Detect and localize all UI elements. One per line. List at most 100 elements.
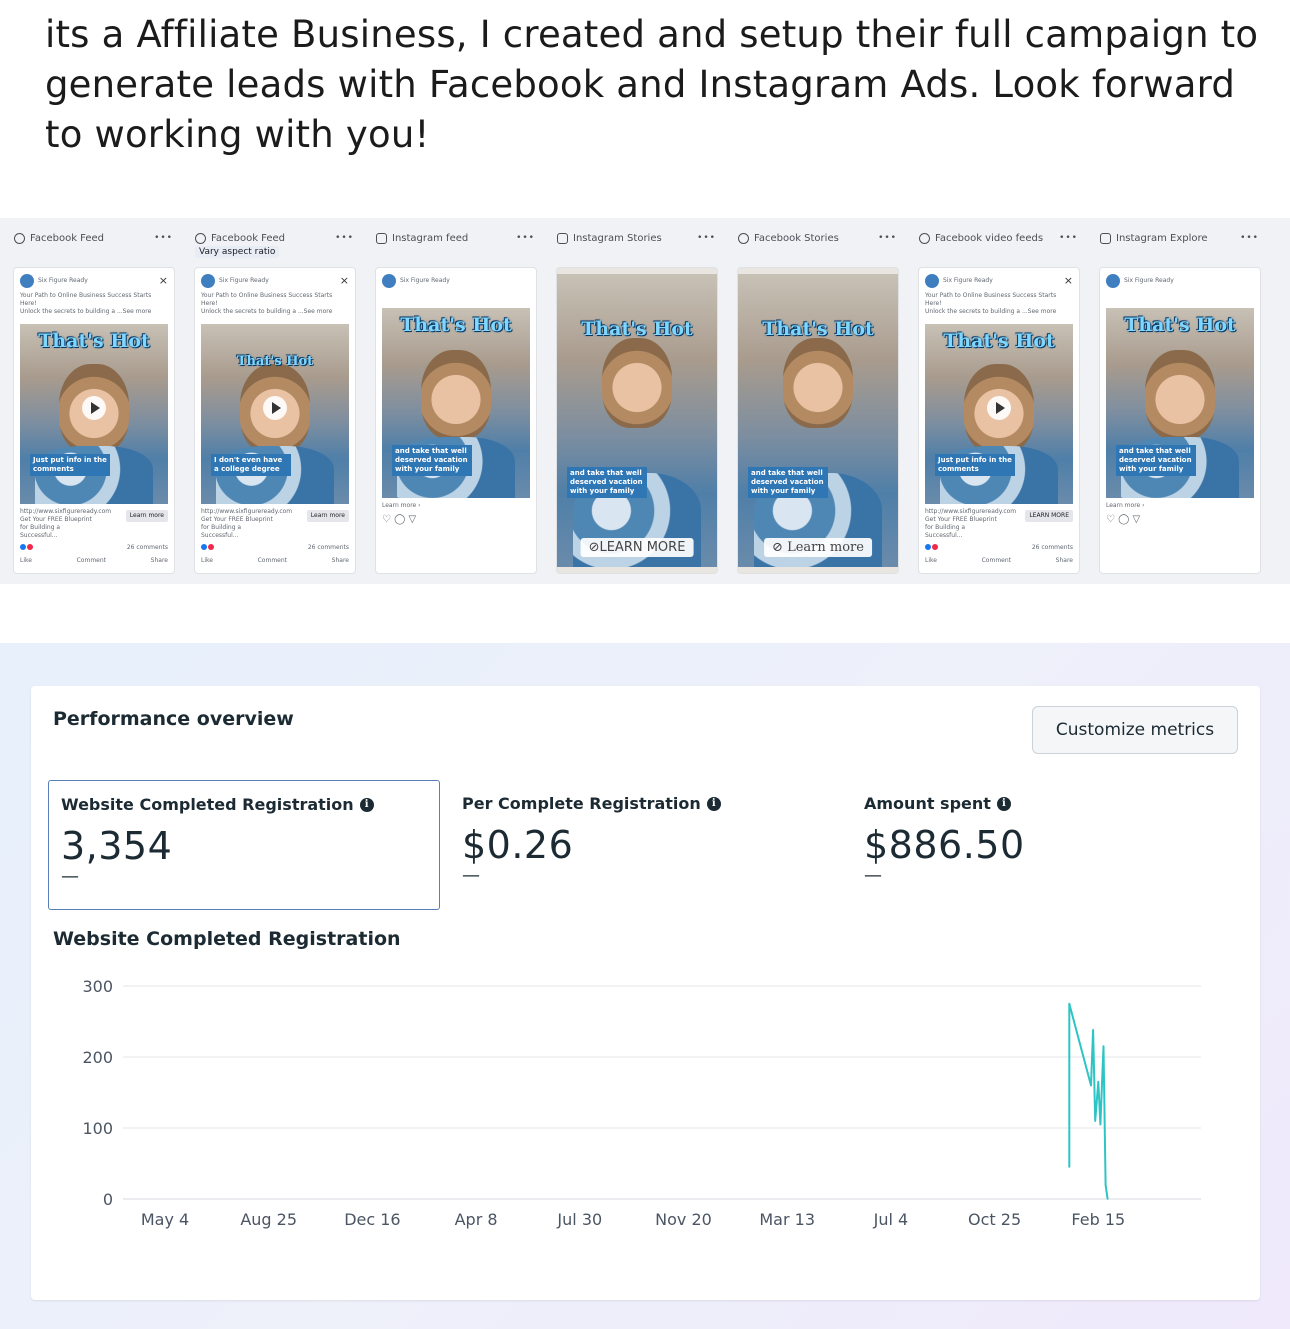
- comment-count: 26 comments: [1031, 544, 1073, 551]
- ad-preview-card: Six Figure Ready × Your Path to Online Bus…: [195, 268, 355, 573]
- ad-video-thumbnail[interactable]: That's Hot Just put info in the comments: [925, 324, 1073, 504]
- x-tick-label: Jul 4: [873, 1210, 909, 1229]
- learn-more-button[interactable]: ⊘ Learn more: [764, 538, 872, 557]
- metric-card-amount-spent[interactable]: Amount spent i $886.50 —: [852, 780, 1244, 910]
- instagram-icon: [376, 232, 387, 244]
- x-tick-label: Oct 25: [968, 1210, 1021, 1229]
- share-button[interactable]: Share: [151, 557, 168, 565]
- ad-video-thumbnail[interactable]: That's Hot Just put info in the comments: [20, 324, 168, 504]
- ad-video-thumbnail[interactable]: That's Hot and take that well deserved va…: [738, 274, 898, 567]
- more-options-icon[interactable]: •••: [1240, 233, 1259, 243]
- ad-primary-text: Your Path to Online Business Success Sta…: [925, 292, 1057, 307]
- learn-more-link[interactable]: Learn more ›: [1106, 502, 1254, 510]
- ad-video-thumbnail[interactable]: That's Hot and take that well deserved va…: [382, 308, 530, 498]
- page-name: Six Figure Ready: [219, 277, 269, 284]
- ad-preview-card: That's Hot and take that well deserved va…: [738, 268, 898, 573]
- learn-more-button[interactable]: Learn more: [306, 510, 349, 522]
- learn-more-button[interactable]: ⊘LEARN MORE: [580, 538, 694, 557]
- placement-header: Instagram feed •••: [376, 230, 535, 246]
- play-icon[interactable]: [987, 396, 1011, 420]
- metric-card-registrations[interactable]: Website Completed Registration i 3,354 —: [48, 780, 440, 910]
- learn-more-button[interactable]: LEARN MORE: [1025, 510, 1073, 522]
- series-line[interactable]: [1068, 1002, 1109, 1200]
- instagram-actions-icon[interactable]: ♡ ◯ ▽: [382, 515, 530, 525]
- like-button[interactable]: Like: [201, 557, 213, 565]
- customize-metrics-button[interactable]: Customize metrics: [1032, 706, 1238, 754]
- ad-preview-card: Six Figure Ready That's Hot and take that …: [376, 268, 536, 573]
- placement-preview[interactable]: Facebook Feed ••• Six Figure Ready × Your Pa…: [0, 218, 181, 584]
- avatar: [1106, 274, 1120, 288]
- metric-value: 3,354: [61, 824, 173, 868]
- page-name: Six Figure Ready: [38, 277, 88, 284]
- share-button[interactable]: Share: [1056, 557, 1073, 565]
- placement-label: Instagram Explore: [1116, 232, 1208, 244]
- reaction-icons: [925, 544, 939, 553]
- page-name: Six Figure Ready: [400, 277, 450, 284]
- ad-footer: http://www.sixfigureready.com Get Your FR…: [925, 508, 1073, 565]
- like-button[interactable]: Like: [20, 557, 32, 565]
- comment-button[interactable]: Comment: [982, 557, 1011, 565]
- more-options-icon[interactable]: •••: [516, 233, 535, 243]
- more-options-icon[interactable]: •••: [335, 233, 354, 243]
- comment-button[interactable]: Comment: [77, 557, 106, 565]
- close-icon[interactable]: ×: [1064, 275, 1073, 286]
- data-point[interactable]: [1097, 1081, 1100, 1083]
- data-point[interactable]: [1068, 1166, 1071, 1168]
- info-icon[interactable]: i: [996, 796, 1011, 811]
- play-icon[interactable]: [263, 396, 287, 420]
- comment-button[interactable]: Comment: [258, 557, 287, 565]
- placement-preview[interactable]: Facebook Feed ••• Vary aspect ratio Six Fig…: [181, 218, 362, 584]
- placement-label: Instagram Stories: [573, 232, 662, 244]
- more-options-icon[interactable]: •••: [154, 233, 173, 243]
- close-icon[interactable]: ×: [340, 275, 349, 286]
- placement-preview[interactable]: Instagram Explore ••• Six Figure Ready That…: [1086, 218, 1267, 584]
- metric-value: $886.50: [864, 823, 1025, 867]
- presenter-image: [783, 338, 853, 429]
- learn-more-button[interactable]: Learn more: [125, 510, 168, 522]
- info-icon[interactable]: i: [706, 796, 721, 811]
- placement-preview[interactable]: Instagram feed ••• Six Figure Ready That's …: [362, 218, 543, 584]
- x-tick-label: Apr 8: [455, 1210, 498, 1229]
- more-options-icon[interactable]: •••: [697, 233, 716, 243]
- placement-preview[interactable]: Facebook Stories ••• That's Hot and take th…: [724, 218, 905, 584]
- metric-delta: —: [61, 866, 79, 887]
- instagram-actions-icon[interactable]: ♡ ◯ ▽: [1106, 515, 1254, 525]
- learn-more-link[interactable]: Learn more ›: [382, 502, 530, 510]
- x-tick-label: May 4: [141, 1210, 189, 1229]
- placement-header: Instagram Stories •••: [557, 230, 716, 246]
- data-point[interactable]: [1094, 1120, 1096, 1122]
- avatar: [20, 274, 34, 288]
- ad-preview-card: Six Figure Ready × Your Path to Online Bus…: [14, 268, 174, 573]
- close-icon[interactable]: ×: [159, 275, 168, 286]
- data-point[interactable]: [1104, 1184, 1107, 1186]
- placement-preview[interactable]: Facebook video feeds ••• Six Figure Ready ×…: [905, 218, 1086, 584]
- more-options-icon[interactable]: •••: [878, 233, 897, 243]
- ad-previews-strip: Facebook Feed ••• Six Figure Ready × Your Pa…: [0, 218, 1290, 584]
- ad-video-thumbnail[interactable]: That's Hot and take that well deserved va…: [557, 274, 717, 567]
- link-title: Get Your FREE Blueprint for Building a S…: [201, 516, 273, 539]
- like-button[interactable]: Like: [925, 557, 937, 565]
- data-point[interactable]: [1092, 1029, 1094, 1031]
- share-button[interactable]: Share: [332, 557, 349, 565]
- presenter-image: [421, 349, 491, 440]
- info-icon[interactable]: i: [359, 797, 374, 812]
- placement-label: Instagram feed: [392, 232, 469, 244]
- performance-overview-card: Performance overview Customize metrics W…: [31, 686, 1260, 1300]
- more-options-icon[interactable]: •••: [1059, 233, 1078, 243]
- data-point[interactable]: [1099, 1123, 1102, 1126]
- placement-header: Facebook Stories •••: [738, 230, 897, 246]
- placement-preview[interactable]: Instagram Stories ••• That's Hot and take t…: [543, 218, 724, 584]
- ad-video-thumbnail[interactable]: That's Hot and take that well deserved va…: [1106, 308, 1254, 498]
- data-point[interactable]: [1068, 1002, 1071, 1005]
- data-point[interactable]: [1106, 1198, 1109, 1200]
- x-tick-label: Jul 30: [556, 1210, 602, 1229]
- data-point[interactable]: [1102, 1045, 1105, 1048]
- video-headline-overlay: That's Hot: [1124, 314, 1236, 336]
- avatar: [382, 274, 396, 288]
- ad-video-thumbnail[interactable]: That's Hot I don't even have a college de…: [201, 324, 349, 504]
- data-point[interactable]: [1090, 1084, 1092, 1087]
- y-tick-label: 100: [82, 1119, 113, 1138]
- play-icon[interactable]: [82, 396, 106, 420]
- x-tick-label: Aug 25: [240, 1210, 297, 1229]
- metric-card-cost-per-registration[interactable]: Per Complete Registration i $0.26 —: [450, 780, 842, 910]
